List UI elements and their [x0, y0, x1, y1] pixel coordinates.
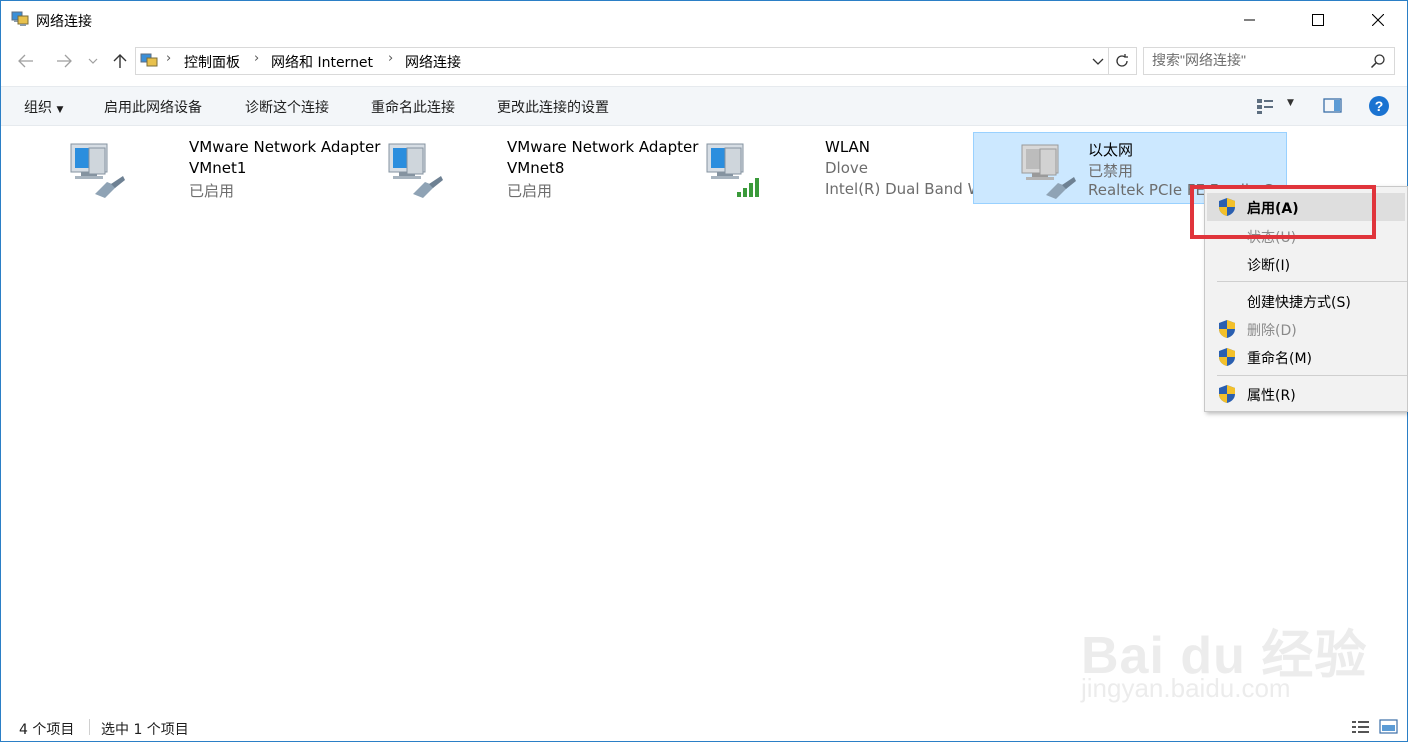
breadcrumb-separator-icon: › [254, 51, 260, 66]
command-bar: 组织 ▼ 启用此网络设备 诊断这个连接 重命名此连接 更改此连接的设置 ▼ ? [1, 86, 1407, 126]
menu-item-rename[interactable]: 重命名(M) [1207, 343, 1405, 371]
menu-item-label: 删除(D) [1247, 323, 1297, 339]
menu-item-label: 创建快捷方式(S) [1247, 295, 1351, 311]
status-divider [89, 719, 90, 735]
rename-button[interactable]: 重命名此连接 [371, 97, 455, 117]
organize-label: 组织 [24, 100, 52, 116]
uac-shield-icon [1217, 319, 1237, 339]
wireless-network-adapter-icon [703, 138, 759, 197]
view-list-icon [1257, 99, 1273, 114]
forward-button[interactable] [51, 49, 77, 73]
tiles-view-icon [1379, 719, 1398, 734]
connection-detail: VMnet1 [189, 159, 247, 177]
help-button[interactable]: ? [1368, 95, 1390, 121]
uac-shield-icon [1217, 384, 1237, 404]
help-icon: ? [1369, 96, 1389, 116]
control-panel-icon [140, 51, 158, 69]
window-title: 网络连接 [36, 14, 92, 30]
recent-locations-button[interactable] [83, 49, 103, 73]
back-arrow-icon [18, 54, 33, 68]
svg-text:?: ? [1375, 98, 1384, 114]
maximize-icon [1312, 14, 1324, 26]
large-icons-view-button[interactable] [1379, 719, 1399, 739]
address-divider [1108, 48, 1109, 74]
close-button[interactable] [1355, 1, 1401, 39]
breadcrumb-control-panel[interactable]: 控制面板 [184, 52, 240, 72]
menu-item-label: 诊断(I) [1247, 258, 1291, 274]
details-view-icon [1352, 721, 1369, 733]
connection-name: VMware Network Adapter [507, 138, 699, 156]
address-dropdown-button[interactable] [1092, 55, 1104, 71]
breadcrumb-network-connections[interactable]: 网络连接 [405, 52, 461, 72]
wired-network-adapter-icon [385, 138, 443, 198]
preview-pane-icon [1323, 98, 1342, 113]
search-box[interactable] [1143, 47, 1395, 75]
breadcrumb-separator-icon: › [166, 51, 172, 66]
menu-item-delete[interactable]: 删除(D) [1207, 315, 1405, 343]
menu-separator [1217, 281, 1407, 282]
connection-name: WLAN [825, 138, 871, 156]
enable-device-button[interactable]: 启用此网络设备 [104, 97, 202, 117]
menu-item-diagnose[interactable]: 诊断(I) [1207, 250, 1405, 278]
connection-network: Dlove [825, 159, 869, 177]
close-icon [1372, 14, 1384, 26]
refresh-button[interactable] [1114, 53, 1130, 73]
up-arrow-icon [113, 54, 127, 68]
menu-separator [1217, 375, 1407, 376]
connection-item-wlan[interactable]: WLAN Dlove Intel(R) Dual Band Wirele... [693, 132, 1029, 204]
change-settings-button[interactable]: 更改此连接的设置 [497, 97, 609, 117]
selected-count: 选中 1 个项目 [101, 722, 189, 738]
minimize-icon [1244, 19, 1255, 21]
minimize-button[interactable] [1227, 1, 1273, 39]
refresh-icon [1116, 54, 1128, 67]
connection-status: 已启用 [507, 182, 553, 200]
item-count: 4 个项目 [19, 722, 75, 738]
menu-item-label: 属性(R) [1247, 388, 1296, 404]
watermark-url: jingyan.baidu.com [1081, 673, 1291, 703]
up-button[interactable] [107, 49, 133, 73]
change-view-button[interactable] [1256, 97, 1276, 119]
preview-pane-button[interactable] [1323, 98, 1343, 118]
highlight-annotation-box [1190, 185, 1376, 239]
connection-status: 已启用 [189, 182, 235, 200]
status-bar: 4 个项目 选中 1 个项目 [1, 713, 1407, 741]
organize-menu-button[interactable]: 组织 ▼ [24, 97, 63, 117]
connection-item-vmnet8[interactable]: VMware Network Adapter VMnet8 已启用 [375, 132, 698, 204]
caret-down-icon: ▼ [56, 105, 64, 115]
address-bar[interactable]: › 控制面板 › 网络和 Internet › 网络连接 [135, 47, 1137, 75]
search-icon [1370, 53, 1386, 73]
connection-item-vmnet1[interactable]: VMware Network Adapter VMnet1 已启用 [57, 132, 380, 204]
chevron-down-icon [1092, 58, 1104, 65]
address-row: › 控制面板 › 网络和 Internet › 网络连接 [1, 41, 1407, 81]
maximize-button[interactable] [1295, 1, 1341, 39]
menu-item-create-shortcut[interactable]: 创建快捷方式(S) [1207, 287, 1405, 315]
explorer-window: 网络连接 › 控制面板 › 网络和 Internet › 网络连接 搜索"网络连… [0, 0, 1408, 742]
connection-name: 以太网 [1088, 141, 1134, 159]
wired-network-adapter-icon [67, 138, 125, 198]
menu-item-label: 重命名(M) [1247, 351, 1313, 367]
connection-detail: VMnet8 [507, 159, 565, 177]
connection-status: 已禁用 [1088, 162, 1134, 180]
details-view-button[interactable] [1351, 719, 1371, 739]
title-bar: 网络连接 [1, 1, 1407, 39]
chevron-down-icon [88, 58, 98, 64]
breadcrumb-network-internet[interactable]: 网络和 Internet [271, 52, 373, 72]
view-options-caret-icon[interactable]: ▼ [1287, 98, 1294, 108]
back-button[interactable] [13, 49, 39, 73]
connection-name: VMware Network Adapter [189, 138, 381, 156]
uac-shield-icon [1217, 347, 1237, 367]
network-connections-app-icon [11, 10, 29, 28]
menu-item-properties[interactable]: 属性(R) [1207, 380, 1405, 408]
forward-arrow-icon [57, 54, 72, 68]
breadcrumb-separator-icon: › [388, 51, 394, 66]
search-input[interactable] [1152, 51, 1362, 69]
diagnose-button[interactable]: 诊断这个连接 [245, 97, 329, 117]
wired-network-adapter-disabled-icon [1018, 139, 1076, 199]
